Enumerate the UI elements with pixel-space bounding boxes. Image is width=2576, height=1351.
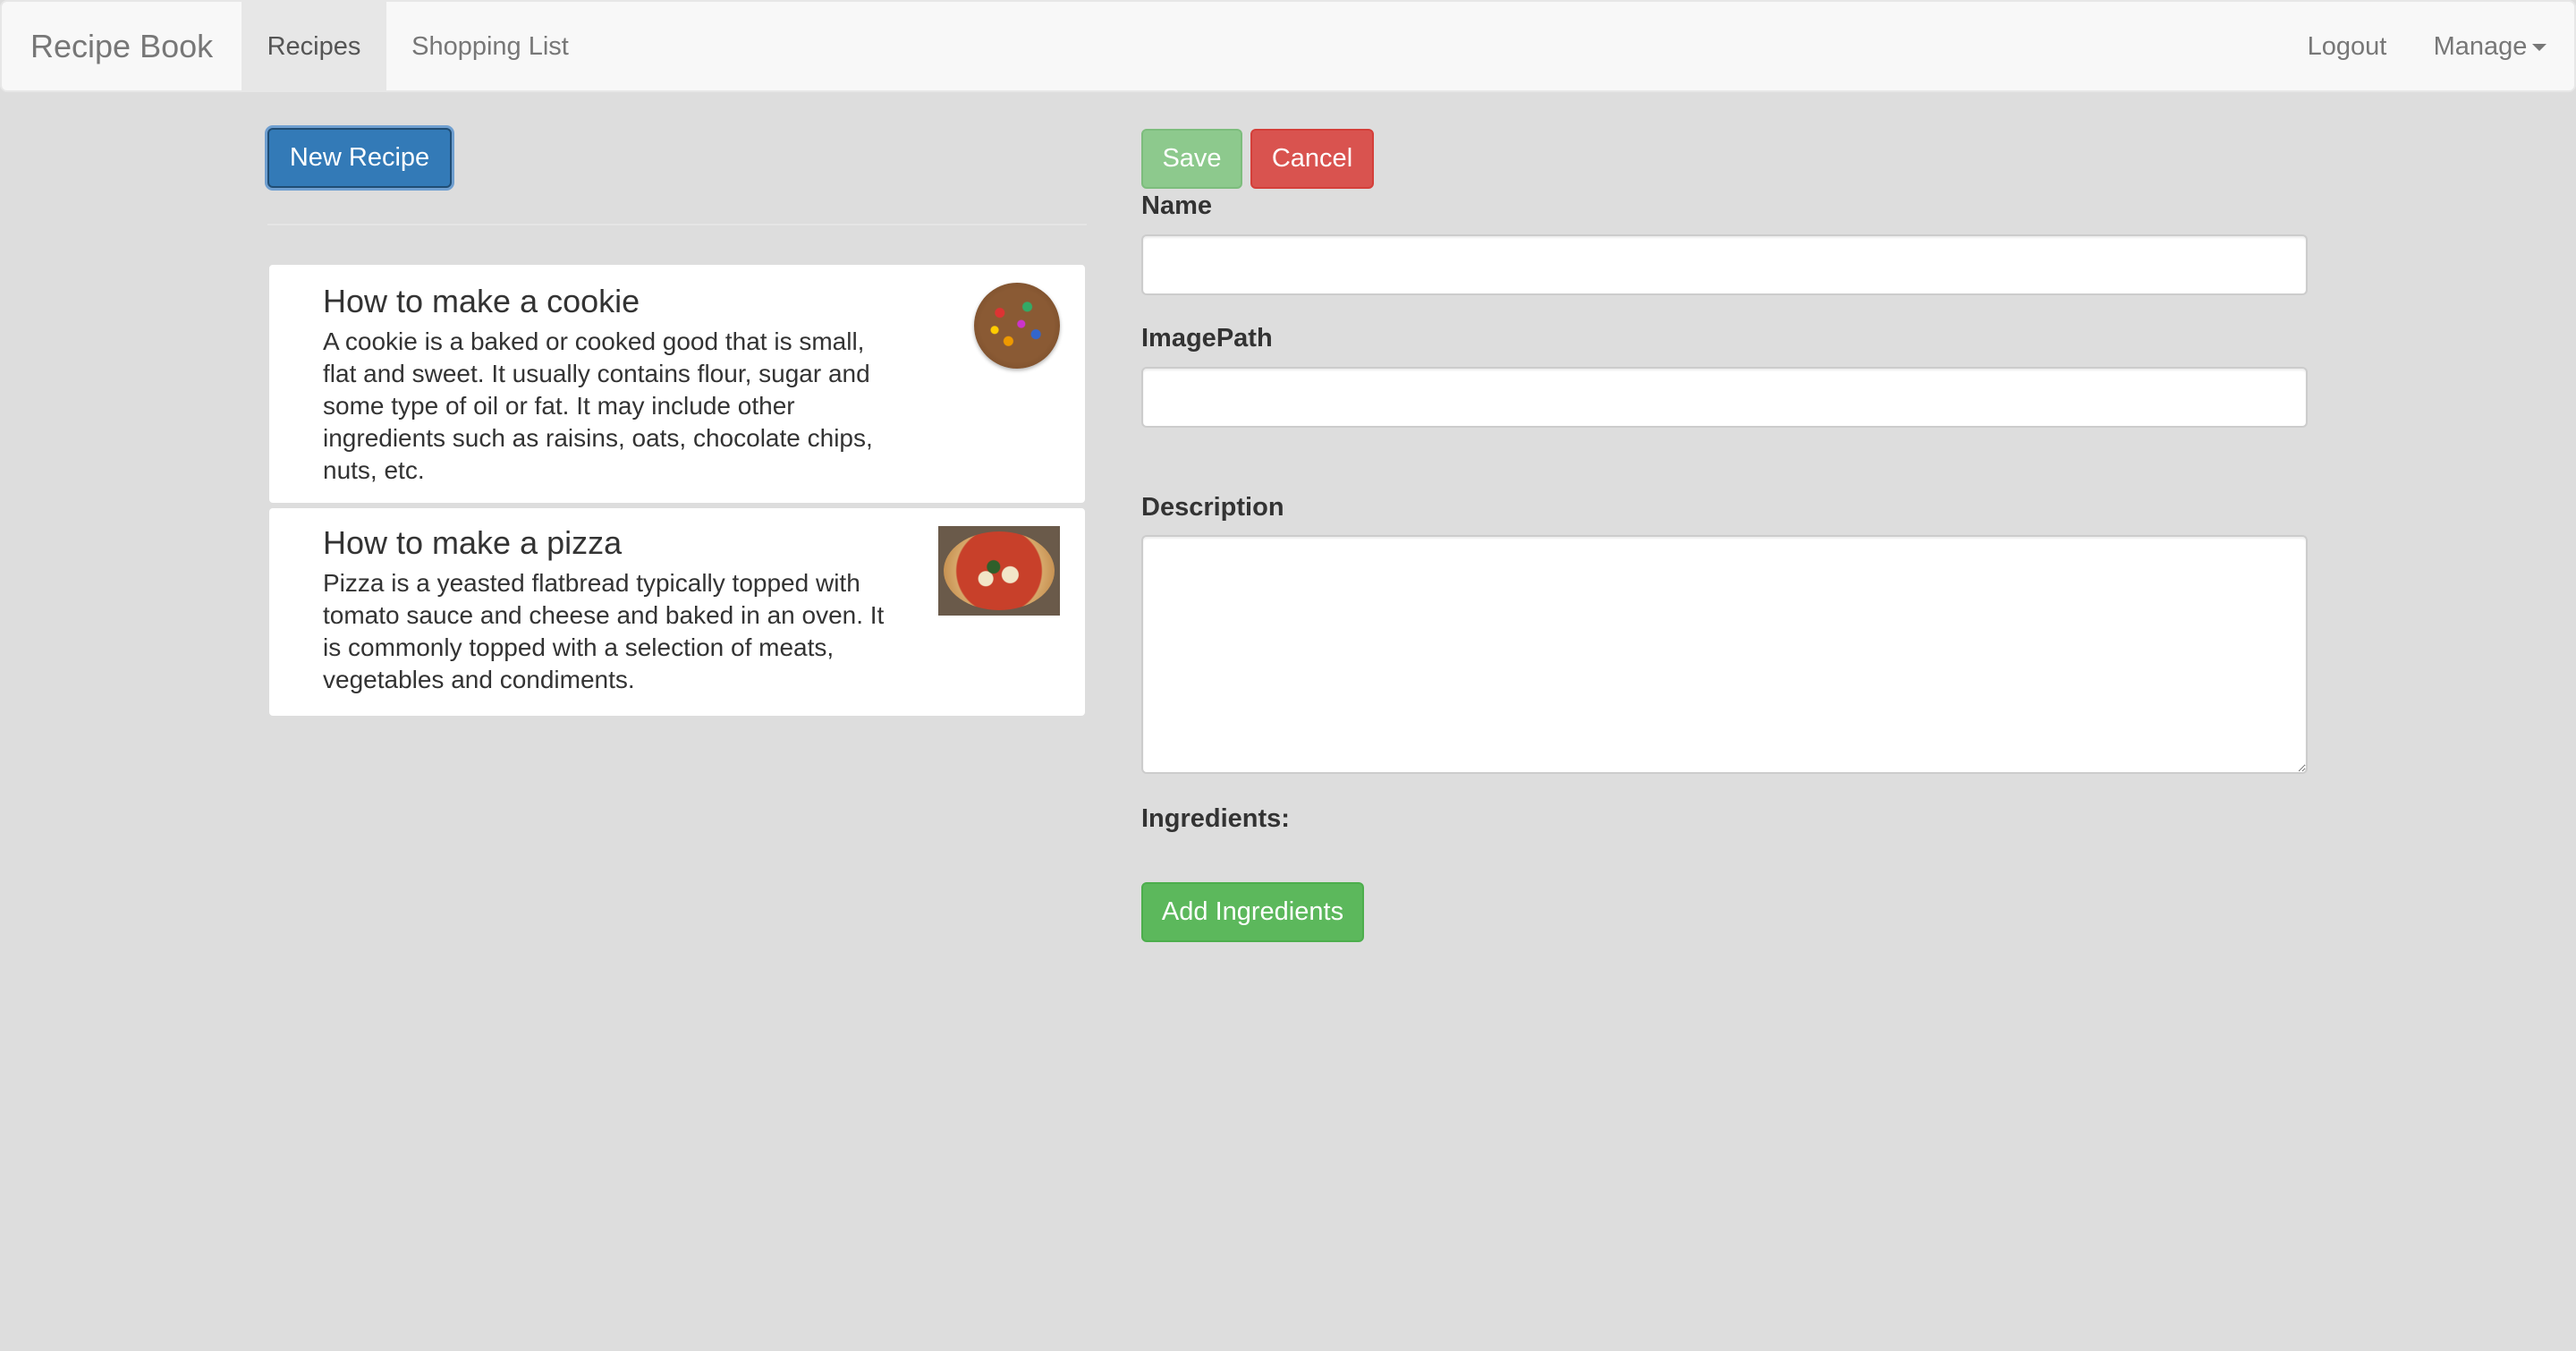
brand-link[interactable]: Recipe Book (30, 2, 213, 91)
pizza-image (938, 526, 1060, 616)
new-recipe-button[interactable]: New Recipe (267, 128, 452, 188)
recipe-description: Pizza is a yeasted flatbread typically t… (323, 569, 885, 693)
tab-shopping-list[interactable]: Shopping List (386, 2, 594, 91)
logout-link[interactable]: Logout (2281, 2, 2413, 91)
top-navbar: Recipe Book Recipes Shopping List Logout… (0, 0, 2576, 92)
recipe-title: How to make a cookie (323, 283, 640, 319)
imagepath-label: ImagePath (1141, 324, 1273, 353)
save-button[interactable]: Save (1141, 129, 1242, 189)
description-label: Description (1141, 493, 1284, 522)
recipe-list-item-cookie[interactable]: How to make a cookie A cookie is a baked… (267, 263, 1087, 505)
add-ingredients-button[interactable]: Add Ingredients (1141, 882, 1364, 942)
cookie-image (974, 283, 1060, 369)
name-label: Name (1141, 191, 1212, 220)
imagepath-input[interactable] (1141, 367, 2308, 428)
divider (267, 224, 1087, 225)
tab-recipes[interactable]: Recipes (242, 2, 386, 91)
cancel-button[interactable]: Cancel (1250, 129, 1374, 189)
description-textarea[interactable] (1141, 535, 2308, 774)
recipe-description: A cookie is a baked or cooked good that … (323, 327, 873, 484)
manage-dropdown[interactable]: Manage (2428, 2, 2553, 91)
caret-down-icon (2532, 44, 2547, 52)
recipe-title: How to make a pizza (323, 524, 623, 561)
name-input[interactable] (1141, 234, 2308, 295)
recipe-list-item-pizza[interactable]: How to make a pizza Pizza is a yeasted f… (267, 506, 1087, 718)
ingredients-label: Ingredients: (1141, 804, 1290, 833)
pizza-graphic (944, 531, 1055, 610)
manage-dropdown-label: Manage (2433, 32, 2528, 61)
